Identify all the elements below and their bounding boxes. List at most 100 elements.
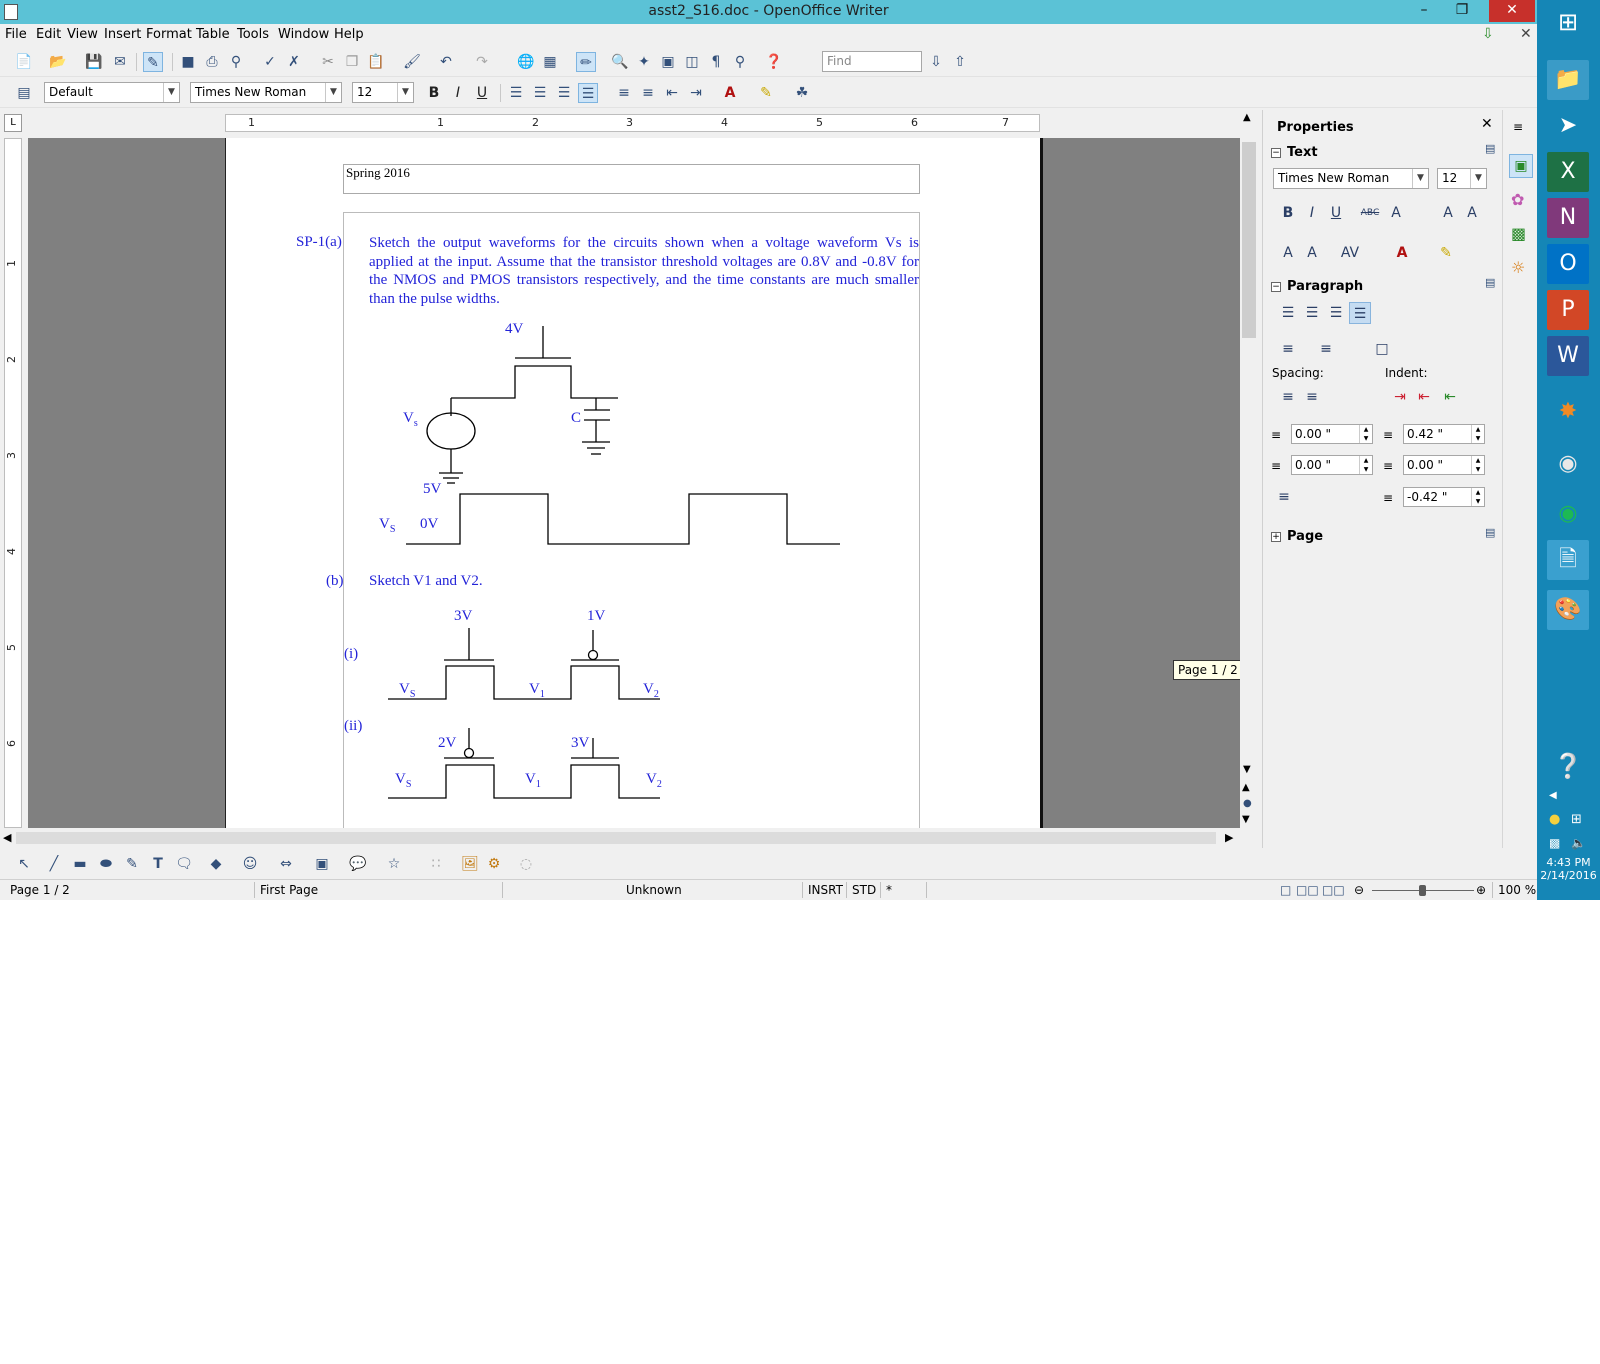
navigator-icon[interactable]: ✦	[634, 52, 654, 72]
windows-start-icon[interactable]: ⊞	[1547, 2, 1589, 42]
italic-button[interactable]: I	[448, 83, 468, 103]
font-color-icon[interactable]: A	[720, 83, 740, 103]
menu-file[interactable]: File	[5, 27, 27, 42]
show-draw-icon[interactable]: ✏	[576, 52, 596, 72]
burst-app-icon[interactable]: ✸	[1547, 392, 1589, 432]
collapse-icon[interactable]: −	[1271, 282, 1281, 292]
subscript-button[interactable]: A	[1301, 242, 1323, 264]
bold-button[interactable]: B	[424, 83, 444, 103]
volume-icon[interactable]: 🔈	[1571, 836, 1586, 850]
hanging-indent-button[interactable]: ⇤	[1439, 386, 1461, 408]
align-right-icon[interactable]: ☰	[554, 83, 574, 103]
horizontal-scroll-thumb[interactable]	[16, 832, 1216, 844]
writer-taskbar-icon[interactable]: 🗎	[1547, 540, 1589, 580]
save-icon[interactable]: 💾	[84, 52, 104, 72]
spacing-below-spinner[interactable]: 0.00 " ▲ ▼	[1291, 455, 1373, 475]
sidebar-highlight-button[interactable]: ✎	[1435, 242, 1457, 264]
character-spacing-button[interactable]: AV	[1339, 242, 1361, 264]
navigation-icon[interactable]: ●	[1243, 798, 1252, 809]
styles-icon[interactable]: ▤	[14, 83, 34, 103]
decrease-indent-icon[interactable]: ⇤	[662, 83, 682, 103]
sidebar-menu-icon[interactable]: ≡	[1513, 120, 1523, 134]
align-center-icon[interactable]: ☰	[530, 83, 550, 103]
autospell-icon[interactable]: ✗	[284, 52, 304, 72]
cut-icon[interactable]: ✂	[318, 52, 338, 72]
zoom-slider-thumb[interactable]	[1419, 885, 1426, 896]
data-sources-icon[interactable]: ◫	[682, 52, 702, 72]
scroll-right-icon[interactable]: ▶	[1225, 831, 1233, 844]
sidebar-font-size-combo[interactable]: 12 ▼	[1437, 168, 1487, 189]
spinner-arrows[interactable]: ▲ ▼	[1359, 456, 1372, 474]
ellipse-icon[interactable]: ⬬	[96, 854, 116, 874]
indent-after-spinner[interactable]: 0.00 " ▲ ▼	[1403, 455, 1485, 475]
chrome-icon[interactable]: ◉	[1547, 444, 1589, 484]
table-icon[interactable]: ▦	[540, 52, 560, 72]
sidebar-justify-button[interactable]: ☰	[1349, 302, 1371, 324]
outlook-icon[interactable]: O	[1547, 244, 1589, 284]
styles-tab-icon[interactable]: ✿	[1511, 190, 1524, 209]
multi-page-view-icon[interactable]: □□	[1296, 883, 1319, 897]
system-clock[interactable]: 4:43 PM 2/14/2016	[1537, 856, 1600, 882]
line-icon[interactable]: ╱	[44, 854, 64, 874]
close-document-icon[interactable]: ✕	[1520, 26, 1532, 42]
freeform-icon[interactable]: ✎	[122, 854, 142, 874]
excel-icon[interactable]: X	[1547, 152, 1589, 192]
formatting-marks-icon[interactable]: ¶	[706, 52, 726, 72]
copy-icon[interactable]: ❐	[342, 52, 362, 72]
status-zoom[interactable]: 100 %	[1498, 883, 1536, 897]
vertical-scroll-thumb[interactable]	[1242, 142, 1256, 338]
vertical-ruler[interactable]: 1 2 3 4 5 6	[4, 138, 22, 828]
file-explorer-icon[interactable]: 📁	[1547, 60, 1589, 100]
scroll-left-icon[interactable]: ◀	[3, 831, 11, 844]
sidebar-align-left-button[interactable]: ☰	[1277, 302, 1299, 324]
find-previous-icon[interactable]: ⇧	[950, 52, 970, 72]
sidebar-numbering-button[interactable]: ≡	[1315, 338, 1337, 360]
open-icon[interactable]: 📂	[48, 52, 68, 72]
zoom-out-icon[interactable]: ⊖	[1354, 883, 1364, 897]
next-page-icon[interactable]: ▼	[1242, 814, 1250, 825]
properties-tab-icon[interactable]: ▣	[1509, 154, 1533, 178]
menu-tools[interactable]: Tools	[237, 27, 269, 42]
shadow-button[interactable]: A	[1385, 202, 1407, 224]
document-page[interactable]: Spring 2016 SP-1(a) Sketch the output wa…	[225, 138, 1043, 828]
single-page-view-icon[interactable]: □	[1280, 883, 1291, 897]
menu-window[interactable]: Window	[278, 27, 329, 42]
sidebar-font-color-button[interactable]: A	[1391, 242, 1413, 264]
spinner-arrows[interactable]: ▲ ▼	[1471, 425, 1484, 443]
line-spacing-button[interactable]: ≡	[1273, 486, 1295, 508]
collapse-icon[interactable]: −	[1271, 148, 1281, 158]
underline-button[interactable]: U	[472, 83, 492, 103]
scroll-down-icon[interactable]: ▼	[1243, 764, 1251, 775]
vertical-scrollbar[interactable]: ▲ ▼ ▲ ● ▼	[1240, 110, 1258, 828]
print-preview-icon[interactable]: ⚲	[226, 52, 246, 72]
text-icon[interactable]: T	[148, 854, 168, 874]
spinner-arrows[interactable]: ▲ ▼	[1471, 488, 1484, 506]
export-pdf-icon[interactable]: ■	[178, 52, 198, 72]
restore-button[interactable]: ❐	[1445, 0, 1479, 22]
menu-table[interactable]: Table	[196, 27, 230, 42]
sidebar-bold-button[interactable]: B	[1277, 202, 1299, 224]
tray-expand-icon[interactable]: ◀	[1549, 790, 1557, 801]
font-size-combo[interactable]: 12 ▼	[352, 82, 414, 103]
zoom-in-icon[interactable]: ⊕	[1476, 883, 1486, 897]
more-options-icon[interactable]: ▤	[1485, 142, 1495, 155]
paragraph-style-combo[interactable]: Default ▼	[44, 82, 180, 103]
font-name-combo[interactable]: Times New Roman ▼	[190, 82, 342, 103]
justify-icon[interactable]: ☰	[578, 83, 598, 103]
increase-spacing-button[interactable]: ≡	[1277, 386, 1299, 408]
rectangle-icon[interactable]: ▬	[70, 854, 90, 874]
security-tray-icon[interactable]: ●	[1549, 812, 1560, 827]
book-view-icon[interactable]: □□	[1322, 883, 1345, 897]
find-next-icon[interactable]: ⇩	[926, 52, 946, 72]
status-page[interactable]: Page 1 / 2	[10, 883, 70, 897]
status-language[interactable]: Unknown	[626, 883, 682, 897]
page-section-title[interactable]: Page	[1287, 529, 1323, 544]
gallery-tab-icon[interactable]: ▩	[1511, 224, 1526, 243]
symbol-shapes-icon[interactable]: ☺	[240, 854, 260, 874]
powerpoint-icon[interactable]: P	[1547, 290, 1589, 330]
clone-formatting-icon[interactable]: 🖌	[402, 52, 422, 72]
select-icon[interactable]: ↖	[14, 854, 34, 874]
menu-view[interactable]: View	[67, 27, 98, 42]
increase-indent-icon[interactable]: ⇥	[686, 83, 706, 103]
shrink-font-button[interactable]: A	[1461, 202, 1483, 224]
